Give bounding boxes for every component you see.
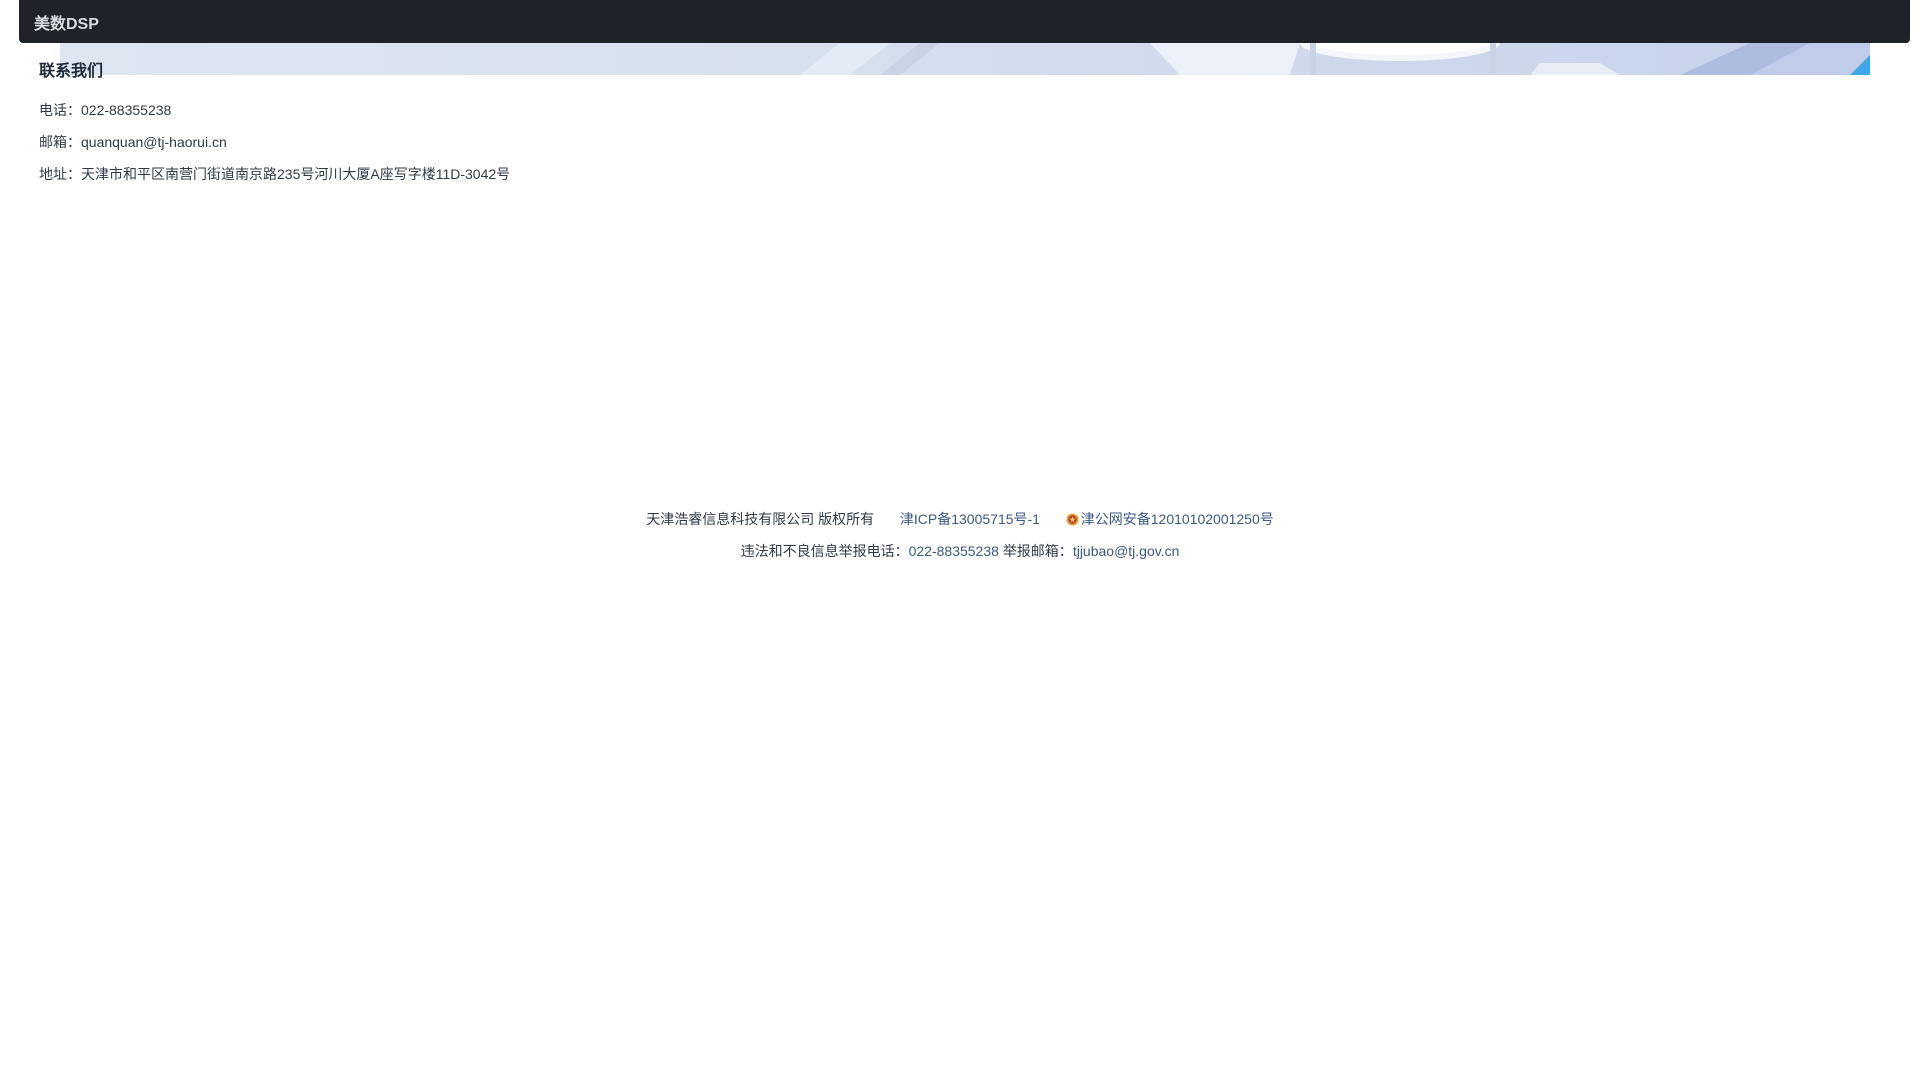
contact-section: 联系我们 电话：022-88355238 邮箱：quanquan@tj-haor… [39,60,510,190]
report-phone-label: 违法和不良信息举报电话： [740,543,909,559]
report-email-label: 举报邮箱： [998,543,1073,559]
contact-address: 地址：天津市和平区南营门街道南京路235号河川大厦A座写字楼11D-3042号 [39,166,511,182]
page-footer: 天津浩睿信息科技有限公司 版权所有 津ICP备13005715号-1 津公网安备… [0,503,1920,567]
footer-line-1: 天津浩睿信息科技有限公司 版权所有 津ICP备13005715号-1 津公网安备… [0,503,1920,535]
police-badge-icon [1066,513,1079,526]
brand-link[interactable]: 美数DSP [34,10,99,34]
contact-email: 邮箱：quanquan@tj-haorui.cn [39,134,227,150]
icp-link[interactable]: 津ICP备13005715号-1 [900,511,1040,527]
top-navbar: 美数DSP [19,0,1910,43]
report-email-link[interactable]: tjjubao@tj.gov.cn [1073,543,1180,559]
copyright-text: 天津浩睿信息科技有限公司 版权所有 [646,511,875,527]
footer-line-2: 违法和不良信息举报电话：022-88355238 举报邮箱：tjjubao@tj… [0,535,1920,567]
contact-title: 联系我们 [39,63,104,80]
police-record-link[interactable]: 津公网安备12010102001250号 [1066,511,1274,527]
report-phone-link[interactable]: 022-88355238 [909,543,999,559]
police-record-text: 津公网安备12010102001250号 [1080,511,1274,527]
contact-phone: 电话：022-88355238 [39,102,172,118]
